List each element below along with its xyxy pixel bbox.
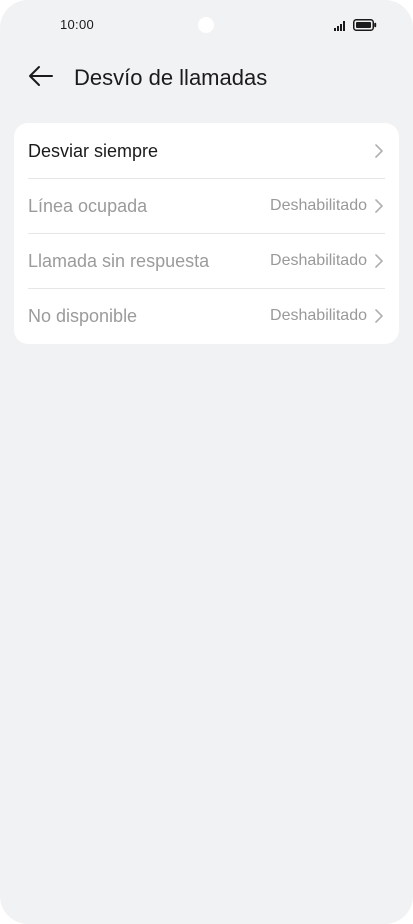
back-button[interactable] — [24, 64, 58, 92]
status-bar: 10:00 — [0, 0, 413, 50]
option-no-disponible[interactable]: No disponible Deshabilitado — [14, 288, 399, 343]
option-value: Deshabilitado — [270, 306, 367, 324]
camera-cutout — [198, 17, 214, 33]
chevron-right-icon — [374, 198, 384, 214]
call-forwarding-options: Desviar siempre Línea ocupada Deshabilit… — [14, 123, 399, 344]
chevron-right-icon — [374, 253, 384, 269]
option-label: Desviar siempre — [28, 140, 159, 161]
chevron-right-icon — [374, 308, 384, 324]
option-desviar-siempre[interactable]: Desviar siempre — [14, 123, 399, 178]
option-label: No disponible — [28, 305, 138, 326]
page-title: Desvío de llamadas — [74, 65, 268, 90]
option-llamada-sin-respuesta[interactable]: Llamada sin respuesta Deshabilitado — [14, 233, 399, 288]
option-value: Deshabilitado — [270, 196, 367, 214]
signal-icon — [334, 18, 348, 36]
battery-icon — [353, 18, 377, 36]
option-linea-ocupada[interactable]: Línea ocupada Deshabilitado — [14, 178, 399, 233]
arrow-left-icon — [28, 65, 54, 92]
header: Desvío de llamadas — [0, 58, 413, 98]
option-label: Línea ocupada — [28, 195, 148, 216]
option-label: Llamada sin respuesta — [28, 250, 210, 271]
option-value: Deshabilitado — [270, 251, 367, 269]
phone-screen: 10:00 Desvío de llamadas Desviar siempre… — [0, 0, 413, 924]
status-time: 10:00 — [60, 17, 95, 32]
chevron-right-icon — [374, 143, 384, 159]
status-icons — [334, 18, 377, 36]
